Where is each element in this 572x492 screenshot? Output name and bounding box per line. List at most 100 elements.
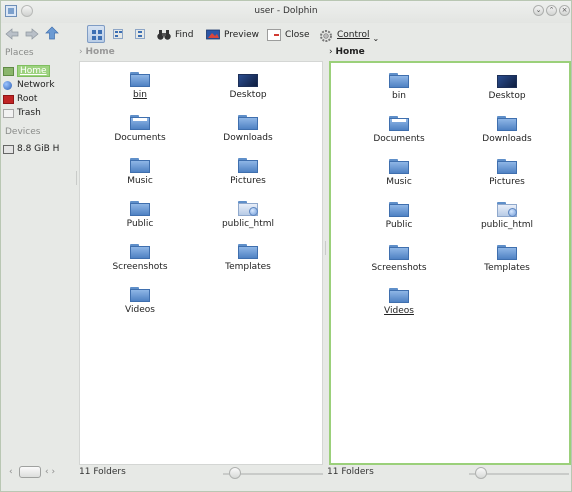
places-item-home[interactable]: Home (3, 65, 50, 77)
file-item[interactable]: Music (349, 159, 449, 187)
file-item[interactable]: Templates (457, 245, 557, 273)
binoculars-icon (157, 29, 171, 41)
file-item[interactable]: Documents (90, 115, 190, 143)
file-item[interactable]: Desktop (457, 73, 557, 101)
left-zoom-knob[interactable] (229, 467, 241, 479)
details-view-button[interactable] (131, 25, 149, 43)
icons-view-button[interactable] (87, 25, 105, 43)
file-item[interactable]: Videos (349, 288, 449, 316)
file-item-label: Screenshots (112, 262, 168, 272)
folder-icon (238, 115, 258, 130)
file-item[interactable]: Downloads (457, 116, 557, 144)
folder-icon (389, 202, 409, 217)
maximize-button[interactable]: ⌃ (546, 5, 557, 16)
places-item-label: Trash (17, 108, 41, 118)
desktop-folder-icon (497, 73, 517, 88)
left-breadcrumb[interactable]: › Home (79, 47, 115, 61)
details-view-icon (135, 29, 145, 39)
file-item[interactable]: Videos (90, 287, 190, 315)
close-label: Close (285, 30, 310, 40)
left-status-text: 11 Folders (79, 467, 126, 477)
folder-icon (389, 73, 409, 88)
file-item-label: Templates (225, 262, 271, 272)
control-label: Control (337, 30, 370, 40)
devices-header: Devices (5, 127, 41, 137)
file-item-label: Public (126, 219, 154, 229)
chevron-down-icon: ⌄ (372, 33, 380, 43)
file-item[interactable]: Desktop (198, 72, 298, 100)
devices-item-drive[interactable]: 8.8 GiB H (3, 143, 59, 155)
find-button[interactable]: Find (157, 25, 193, 45)
file-item[interactable]: Templates (198, 244, 298, 272)
forward-icon[interactable] (25, 28, 39, 40)
folder-icon (389, 245, 409, 260)
places-item-root[interactable]: Root (3, 93, 37, 105)
right-file-view[interactable]: bin Desktop Documents Downloads Music Picture… (329, 61, 571, 465)
scroll-left-icon[interactable]: ‹ (9, 467, 13, 481)
right-status-text: 11 Folders (327, 467, 374, 477)
folder-icon (130, 244, 150, 259)
folder-icon (497, 245, 517, 260)
right-breadcrumb-home[interactable]: Home (335, 47, 364, 57)
compact-view-button[interactable] (109, 25, 127, 43)
preview-label: Preview (224, 30, 260, 40)
file-item-label: Music (127, 176, 153, 186)
file-item-label: Templates (484, 263, 530, 273)
control-menu-button[interactable]: Control ⌄ (319, 25, 379, 45)
file-item[interactable]: Documents (349, 116, 449, 144)
scroll-arrows-icon[interactable]: ‹ › (45, 467, 55, 481)
file-item[interactable]: Screenshots (90, 244, 190, 272)
places-item-label: Home (17, 65, 50, 77)
right-zoom-knob[interactable] (475, 467, 487, 479)
file-item-label: Public (385, 220, 413, 230)
back-icon[interactable] (5, 28, 19, 40)
left-breadcrumb-home[interactable]: Home (85, 47, 114, 57)
title-bar[interactable]: user - Dolphin ⌄ ⌃ × (1, 1, 571, 23)
file-item-label: Desktop (488, 91, 526, 101)
breadcrumb-separator-icon: › (329, 47, 333, 57)
file-item[interactable]: Downloads (198, 115, 298, 143)
web-folder-icon (238, 201, 258, 216)
right-breadcrumb[interactable]: › Home (329, 47, 365, 61)
minimize-button[interactable]: ⌄ (533, 5, 544, 16)
compact-view-icon (113, 29, 123, 39)
folder-icon (389, 116, 409, 131)
close-split-button[interactable]: Close (267, 25, 310, 45)
file-item[interactable]: Screenshots (349, 245, 449, 273)
file-item[interactable]: bin (349, 73, 449, 101)
folder-icon (497, 116, 517, 131)
left-file-view[interactable]: bin Desktop Documents Downloads Music Picture… (79, 61, 323, 465)
file-item[interactable]: Music (90, 158, 190, 186)
file-item[interactable]: Pictures (457, 159, 557, 187)
folder-icon (497, 159, 517, 174)
places-scrollbar[interactable] (19, 466, 41, 478)
folder-icon (238, 158, 258, 173)
folder-icon (389, 159, 409, 174)
file-item[interactable]: public_html (457, 202, 557, 230)
file-item[interactable]: bin (90, 72, 190, 100)
file-item[interactable]: public_html (198, 201, 298, 229)
places-splitter[interactable] (76, 171, 77, 185)
file-item-label: Downloads (223, 133, 273, 143)
file-item-label: public_html (221, 219, 275, 229)
file-item-label: Pictures (489, 177, 525, 187)
preview-button[interactable]: Preview (206, 25, 259, 45)
folder-icon (389, 288, 409, 303)
places-item-trash[interactable]: Trash (3, 107, 41, 119)
gear-icon (319, 29, 333, 42)
up-icon[interactable] (45, 26, 59, 40)
places-item-network[interactable]: Network (3, 79, 55, 91)
places-header: Places (5, 48, 34, 58)
file-item[interactable]: Public (90, 201, 190, 229)
drive-icon (3, 144, 14, 154)
file-item[interactable]: Public (349, 202, 449, 230)
icons-view-icon (92, 30, 102, 40)
folder-icon (130, 72, 150, 87)
main-toolbar: Find Preview Close Control ⌄ (1, 23, 571, 47)
close-window-button[interactable]: × (559, 5, 570, 16)
file-item-label: bin (133, 90, 147, 100)
desktop-folder-icon (238, 72, 258, 87)
file-item-label: Videos (384, 306, 414, 316)
split-handle[interactable] (325, 241, 326, 255)
file-item[interactable]: Pictures (198, 158, 298, 186)
